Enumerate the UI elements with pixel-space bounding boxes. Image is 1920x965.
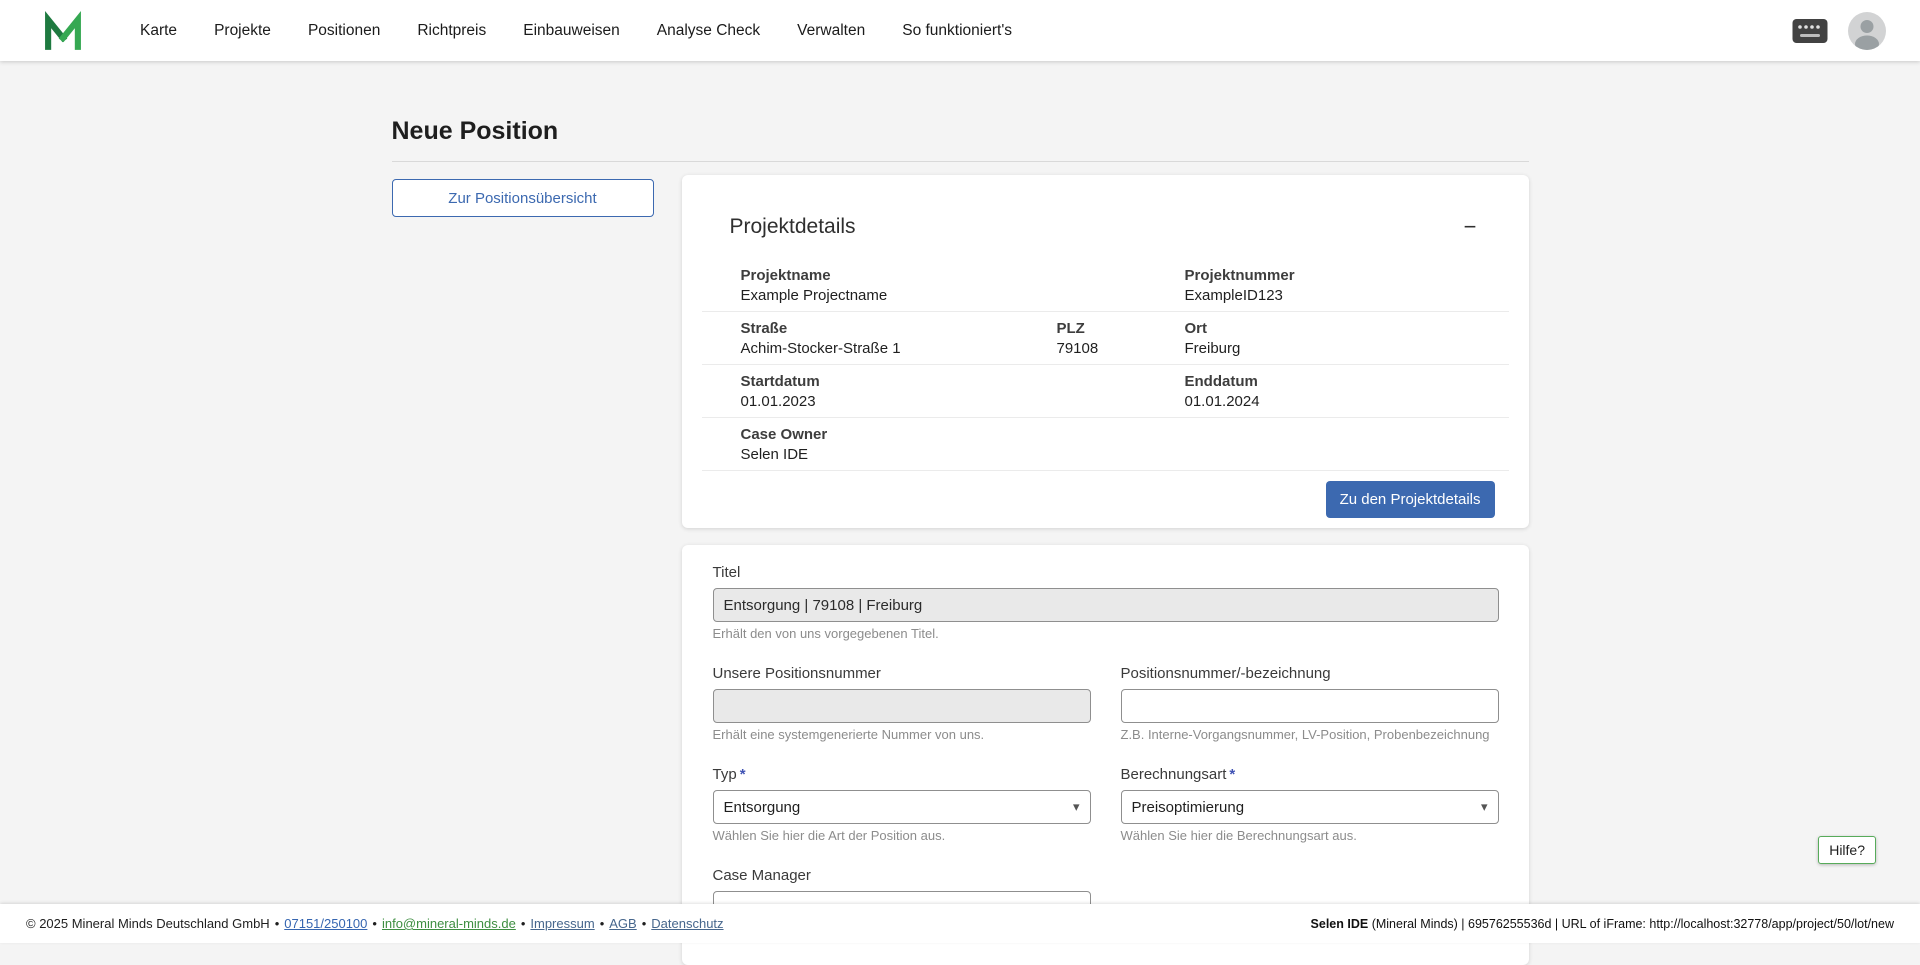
positionsnummer-input[interactable] (1121, 689, 1499, 723)
main-nav: Karte Projekte Positionen Richtpreis Ein… (140, 22, 1012, 40)
plz-value: 79108 (1057, 339, 1185, 358)
typ-selected-value: Entsorgung (724, 799, 801, 816)
project-row-dates: Startdatum 01.01.2023 Enddatum 01.01.202… (702, 365, 1509, 418)
new-position-form-card: Titel Erhält den von uns vorgegebenen Ti… (682, 545, 1529, 965)
titel-label: Titel (713, 563, 1499, 582)
typ-label: Typ* (713, 765, 1091, 784)
case-owner-value: Selen IDE (741, 445, 1185, 464)
footer-separator: • (372, 916, 377, 931)
positionsnummer-label: Positionsnummer/-bezeichnung (1121, 664, 1499, 683)
collapse-minus-icon[interactable]: − (1460, 216, 1481, 238)
titel-input (713, 588, 1499, 622)
help-button[interactable]: Hilfe? (1818, 836, 1876, 864)
footer-separator: • (600, 916, 605, 931)
ort-value: Freiburg (1185, 339, 1509, 358)
project-row-name: Projektname Example Projectname Projektn… (702, 259, 1509, 312)
project-row-owner: Case Owner Selen IDE (702, 418, 1509, 471)
berechnungsart-group: Berechnungsart* Preisoptimierung ▾ Wähle… (1121, 765, 1499, 844)
mineral-minds-logo[interactable] (42, 10, 84, 52)
startdatum-label: Startdatum (741, 372, 1185, 391)
plz-label: PLZ (1057, 319, 1185, 338)
footer-separator: • (521, 916, 526, 931)
nav-item-positionen[interactable]: Positionen (308, 22, 380, 40)
footer-impressum-link[interactable]: Impressum (530, 916, 594, 931)
project-row-address: Straße Achim-Stocker-Straße 1 PLZ 79108 … (702, 312, 1509, 365)
enddatum-label: Enddatum (1185, 372, 1509, 391)
nav-item-projekte[interactable]: Projekte (214, 22, 271, 40)
titel-hint: Erhält den von uns vorgegebenen Titel. (713, 626, 1499, 642)
strasse-label: Straße (741, 319, 1057, 338)
footer-user-name: Selen IDE (1311, 917, 1369, 931)
footer-phone-link[interactable]: 07151/250100 (284, 916, 367, 931)
unsere-positionsnummer-hint: Erhält eine systemgenerierte Nummer von … (713, 727, 1091, 743)
projektname-value: Example Projectname (741, 286, 1185, 305)
left-column: Zur Positionsübersicht (392, 175, 654, 217)
positionsnummer-hint: Z.B. Interne-Vorgangsnummer, LV-Position… (1121, 727, 1499, 743)
nav-item-karte[interactable]: Karte (140, 22, 177, 40)
footer-agb-link[interactable]: AGB (609, 916, 636, 931)
enddatum-value: 01.01.2024 (1185, 392, 1509, 411)
footer-datenschutz-link[interactable]: Datenschutz (651, 916, 723, 931)
footer-separator: • (642, 916, 647, 931)
berechnungsart-hint: Wählen Sie hier die Berechnungsart aus. (1121, 828, 1499, 844)
berechnungsart-label: Berechnungsart* (1121, 765, 1499, 784)
footer-session-details: (Mineral Minds) | 69576255536d | URL of … (1368, 917, 1894, 931)
nav-item-verwalten[interactable]: Verwalten (797, 22, 865, 40)
user-avatar[interactable] (1848, 12, 1886, 50)
right-column: Projektdetails − Projektname Example Pro… (682, 175, 1529, 965)
title-divider (392, 161, 1529, 162)
chevron-down-icon: ▾ (1481, 799, 1488, 815)
chevron-down-icon: ▾ (1073, 799, 1080, 815)
unsere-positionsnummer-group: Unsere Positionsnummer Erhält eine syste… (713, 664, 1091, 743)
footer-copyright: © 2025 Mineral Minds Deutschland GmbH (26, 916, 270, 931)
nav-item-richtpreis[interactable]: Richtpreis (417, 22, 486, 40)
nav-item-einbauweisen[interactable]: Einbauweisen (523, 22, 620, 40)
case-owner-label: Case Owner (741, 425, 1185, 444)
projektnummer-label: Projektnummer (1185, 266, 1509, 285)
footer-email-link[interactable]: info@mineral-minds.de (382, 916, 516, 931)
project-card-title: Projektdetails (730, 215, 856, 239)
footer-session-info: Selen IDE (Mineral Minds) | 69576255536d… (1311, 917, 1894, 931)
unsere-positionsnummer-label: Unsere Positionsnummer (713, 664, 1091, 683)
logo-m-icon (42, 10, 84, 52)
footer-separator: • (275, 916, 280, 931)
nav-item-analyse-check[interactable]: Analyse Check (657, 22, 760, 40)
berechnungsart-select[interactable]: Preisoptimierung ▾ (1121, 790, 1499, 824)
typ-hint: Wählen Sie hier die Art der Position aus… (713, 828, 1091, 844)
page-title: Neue Position (392, 117, 1529, 146)
case-manager-label: Case Manager (713, 866, 1091, 885)
navbar: Karte Projekte Positionen Richtpreis Ein… (0, 0, 1920, 61)
unsere-positionsnummer-input (713, 689, 1091, 723)
to-project-details-button[interactable]: Zu den Projektdetails (1326, 481, 1495, 518)
server-icon[interactable] (1792, 18, 1828, 44)
typ-select[interactable]: Entsorgung ▾ (713, 790, 1091, 824)
required-marker: * (740, 766, 746, 783)
projektnummer-value: ExampleID123 (1185, 286, 1509, 305)
typ-group: Typ* Entsorgung ▾ Wählen Sie hier die Ar… (713, 765, 1091, 844)
berechnungsart-selected-value: Preisoptimierung (1132, 799, 1245, 816)
required-marker: * (1229, 766, 1235, 783)
person-icon (1848, 12, 1886, 50)
project-details-card: Projektdetails − Projektname Example Pro… (682, 175, 1529, 528)
ort-label: Ort (1185, 319, 1509, 338)
navbar-right (1792, 12, 1886, 50)
main-content: Neue Position Zur Positionsübersicht Pro… (392, 117, 1529, 965)
projektname-label: Projektname (741, 266, 1185, 285)
titel-group: Titel Erhält den von uns vorgegebenen Ti… (713, 563, 1499, 642)
positionsnummer-group: Positionsnummer/-bezeichnung Z.B. Intern… (1121, 664, 1499, 743)
nav-item-so-funktionierts[interactable]: So funktioniert's (902, 22, 1012, 40)
startdatum-value: 01.01.2023 (741, 392, 1185, 411)
strasse-value: Achim-Stocker-Straße 1 (741, 339, 1057, 358)
footer: © 2025 Mineral Minds Deutschland GmbH • … (0, 904, 1920, 943)
back-to-positions-button[interactable]: Zur Positionsübersicht (392, 179, 654, 217)
